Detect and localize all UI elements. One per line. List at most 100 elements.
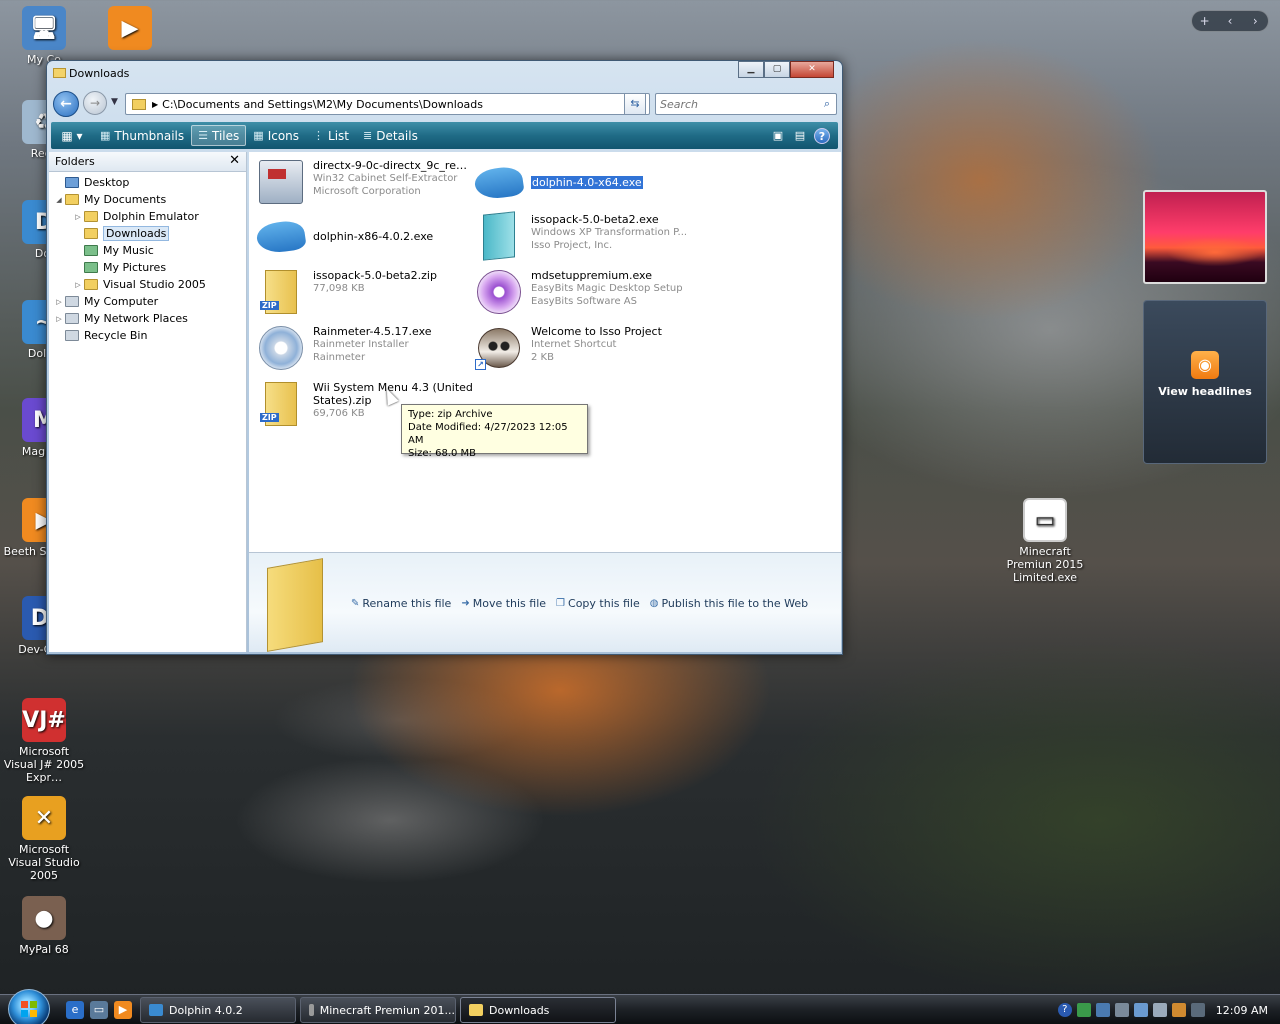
folder-tree-item[interactable]: ▷ My Network Places — [49, 310, 246, 327]
expand-arrow-icon[interactable]: ▷ — [53, 298, 65, 306]
title-bar[interactable]: Downloads ▁ ▢ ✕ — [47, 61, 842, 87]
details-view-icon: ≣ — [363, 129, 373, 142]
search-input[interactable] — [660, 94, 810, 114]
task-copy-this-file[interactable]: ❐ Copy this file — [556, 597, 640, 610]
folder-tree-item[interactable]: Desktop — [49, 174, 246, 191]
folder-icon — [84, 245, 98, 256]
folder-tree-item[interactable]: ▷ My Computer — [49, 293, 246, 310]
view-thumbnails-button[interactable]: ▦ Thumbnails — [93, 125, 191, 146]
task-label: Publish this file to the Web — [661, 597, 809, 610]
refresh-button[interactable]: ⇆ — [624, 93, 646, 115]
file-tile[interactable]: dolphin-x86-4.0.2.exe — [253, 210, 465, 262]
network-icon[interactable] — [1076, 1003, 1091, 1017]
view-icons-button[interactable]: ▦ Icons — [246, 125, 306, 146]
expand-arrow-icon[interactable]: ▷ — [72, 281, 84, 289]
expand-arrow-icon[interactable]: ▷ — [53, 315, 65, 323]
breadcrumb-arrow-icon[interactable]: ▶ — [152, 100, 158, 109]
taskbar-button[interactable]: Dolphin 4.0.2 — [140, 997, 296, 1023]
help-icon[interactable]: ? — [814, 127, 830, 144]
desktop-icon[interactable]: ● MyPal 68 — [2, 896, 86, 956]
search-icon[interactable]: ⌕ — [824, 97, 830, 111]
media-player-icon: ▶ — [108, 6, 152, 50]
task-move-this-file[interactable]: ➜ Move this file — [461, 597, 546, 610]
folder-options-icon[interactable]: ▤ — [792, 128, 808, 144]
tray-app-icon[interactable] — [1133, 1003, 1148, 1017]
file-description: Rainmeter Installer — [313, 339, 409, 350]
recent-pages-dropdown[interactable]: ▼ — [111, 97, 118, 107]
maximize-button[interactable]: ▢ — [764, 61, 790, 78]
next-gadget-button[interactable]: › — [1243, 14, 1268, 28]
folder-tree-item[interactable]: ▷ Dolphin Emulator — [49, 208, 246, 225]
media-player-icon[interactable]: ▶ — [114, 1001, 132, 1019]
computer-icon: 🖥 — [22, 6, 66, 50]
feed-headlines-gadget[interactable]: ◉ View headlines — [1143, 300, 1267, 464]
new-folder-icon[interactable]: ▣ — [770, 128, 786, 144]
folder-tree-item[interactable]: Downloads — [49, 225, 246, 242]
view-list-button[interactable]: ⋮ List — [306, 125, 356, 146]
file-tile[interactable]: ↗ Welcome to Isso Project Internet Shortcu… — [471, 322, 683, 374]
views-button[interactable]: ▦ ▾ — [51, 125, 93, 146]
search-tray-icon[interactable] — [1171, 1003, 1186, 1017]
taskbar-button-label: Minecraft Premiun 201... — [319, 1003, 455, 1017]
file-icon-wrap: ↗ — [475, 324, 523, 372]
desktop-icon[interactable]: ▶ — [88, 6, 172, 53]
vjsharp-icon: VJ# — [22, 698, 66, 742]
desktop-icon[interactable]: VJ# Microsoft Visual J# 2005 Expr… — [2, 698, 86, 784]
show-desktop-icon[interactable]: ▭ — [90, 1001, 108, 1019]
address-bar[interactable]: ▶ C:\Documents and Settings\M2\My Docume… — [125, 93, 650, 115]
file-tile[interactable]: directx-9-0c-directx_9c_redist... Win32 C… — [253, 156, 473, 208]
zip-file-icon — [260, 270, 297, 314]
file-description: Windows XP Transformation P... — [531, 227, 688, 238]
file-tile[interactable]: dolphin-4.0-x64.exe — [471, 156, 683, 208]
folders-header: Folders ✕ — [49, 152, 246, 172]
folder-icon — [132, 98, 146, 110]
back-button[interactable]: ← — [53, 91, 79, 117]
desktop-icon[interactable]: ✕ Microsoft Visual Studio 2005 — [2, 796, 86, 882]
file-icon-wrap — [255, 212, 307, 260]
help-icon[interactable]: ? — [1057, 1003, 1072, 1017]
copy-icon: ❐ — [556, 598, 566, 609]
expand-arrow-icon[interactable]: ◢ — [53, 196, 65, 204]
file-tile[interactable]: Rainmeter-4.5.17.exe Rainmeter Installer R… — [253, 322, 465, 374]
tiles-icon: ☰ — [198, 129, 209, 142]
dolphin-file-icon — [255, 218, 307, 256]
desktop-icon[interactable]: ▭ Minecraft Premiun 2015 Limited.exe — [1003, 498, 1087, 584]
close-folders-button[interactable]: ✕ — [229, 153, 240, 168]
internet-explorer-icon[interactable]: e — [66, 1001, 84, 1019]
view-tiles-button[interactable]: ☰ Tiles — [191, 125, 247, 146]
clock[interactable]: 12:09 AM — [1216, 1004, 1268, 1017]
close-button[interactable]: ✕ — [790, 61, 834, 78]
file-tile[interactable]: issopack-5.0-beta2.zip77,098 KB — [253, 266, 465, 318]
file-tile[interactable]: issopack-5.0-beta2.exe Windows XP Transfo… — [471, 210, 687, 262]
folder-tree-item[interactable]: My Pictures — [49, 259, 246, 276]
minimize-button[interactable]: ▁ — [738, 61, 764, 78]
folder-tree-label: My Music — [103, 244, 154, 257]
language-icon[interactable] — [1190, 1003, 1205, 1017]
add-gadget-button[interactable]: + — [1192, 14, 1217, 28]
prev-gadget-button[interactable]: ‹ — [1217, 14, 1242, 28]
view-details-button[interactable]: ≣ Details — [356, 125, 425, 146]
tray-app-icon[interactable] — [1114, 1003, 1129, 1017]
file-name: issopack-5.0-beta2.exe — [531, 213, 659, 226]
volume-icon[interactable] — [1152, 1003, 1167, 1017]
folder-tree-item[interactable]: ◢ My Documents — [49, 191, 246, 208]
folder-tree-item[interactable]: ▷ Visual Studio 2005 — [49, 276, 246, 293]
taskbar-button[interactable]: Downloads — [460, 997, 616, 1023]
expand-arrow-icon[interactable]: ▷ — [72, 213, 84, 221]
task-rename-this-file[interactable]: ✎ Rename this file — [351, 597, 451, 610]
address-path[interactable]: C:\Documents and Settings\M2\My Document… — [162, 98, 633, 111]
start-button[interactable] — [8, 989, 50, 1024]
folder-tree-item[interactable]: Recycle Bin — [49, 327, 246, 344]
taskbar-button[interactable]: Minecraft Premiun 201... — [300, 997, 456, 1023]
window-title: Downloads — [69, 67, 130, 80]
file-tile[interactable]: mdsetuppremium.exe EasyBits Magic Desktop… — [471, 266, 683, 318]
desktop-icon[interactable]: 🖥 My Co — [2, 6, 86, 66]
slideshow-gadget[interactable] — [1143, 190, 1267, 284]
file-info: Welcome to Isso Project Internet Shortcut… — [531, 325, 691, 364]
file-icon-wrap — [257, 324, 305, 372]
task-publish-this-file-to-the-web[interactable]: ◍ Publish this file to the Web — [650, 597, 808, 610]
rss-icon: ◉ — [1191, 351, 1219, 379]
tray-app-icon[interactable] — [1095, 1003, 1110, 1017]
folder-tree-item[interactable]: My Music — [49, 242, 246, 259]
forward-button[interactable]: → — [83, 91, 107, 115]
